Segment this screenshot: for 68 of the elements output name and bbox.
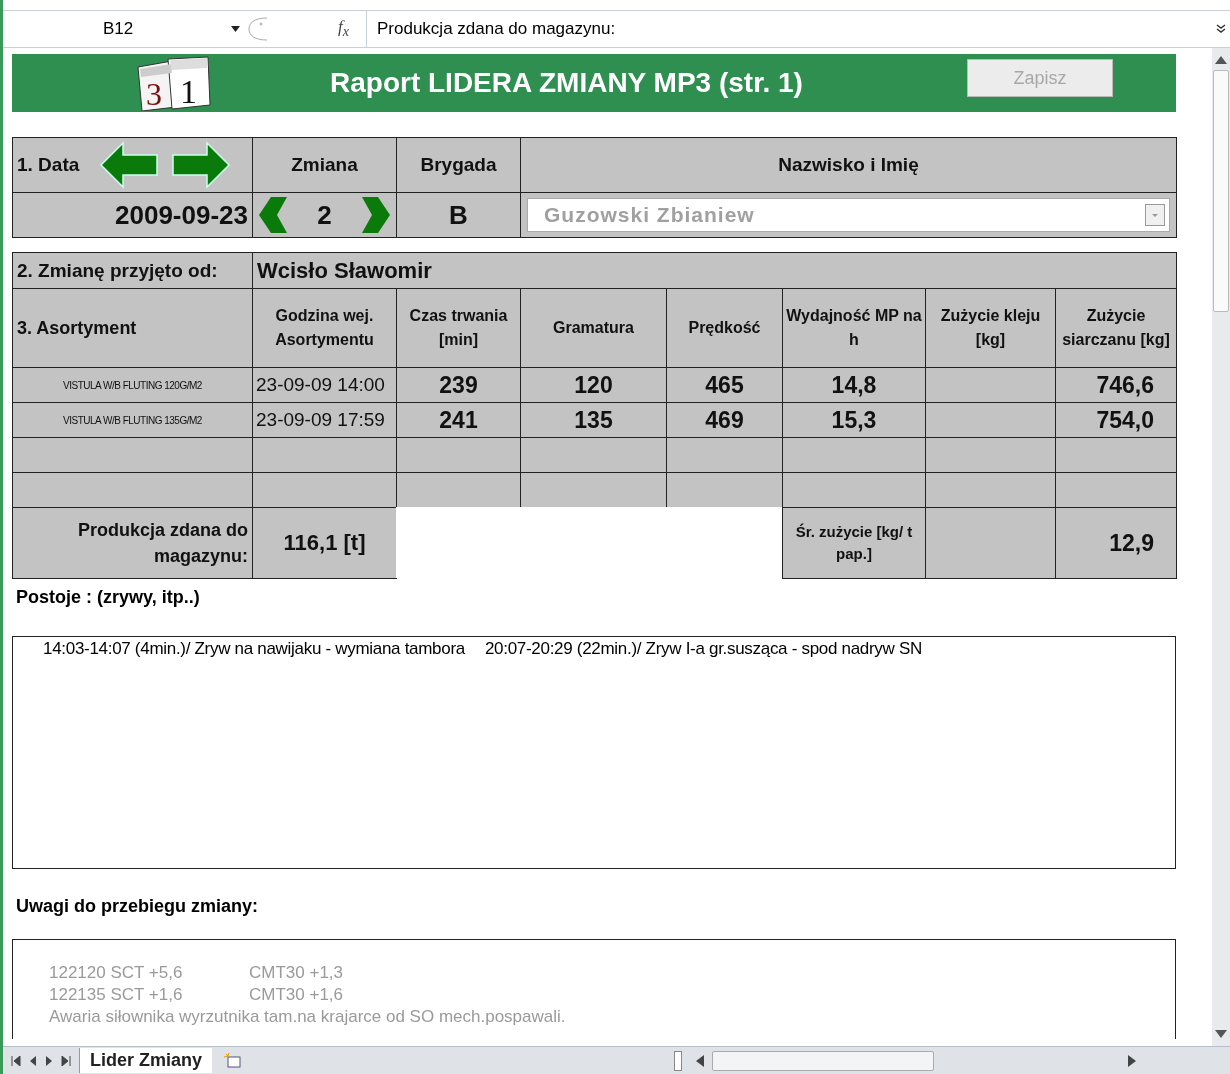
note-text: 122135 SCT +1,6 xyxy=(49,984,184,1006)
report-title: Raport LIDERA ZMIANY MP3 (str. 1) xyxy=(330,67,803,99)
table-cell: 14,8 xyxy=(782,367,926,403)
chevron-right-icon[interactable] xyxy=(360,196,392,234)
table-cell: 754,0 xyxy=(1055,402,1177,438)
column-header: 3. Asortyment xyxy=(12,288,253,368)
table-cell: 120 xyxy=(520,367,667,403)
table-cell: B xyxy=(396,192,521,238)
chevron-left-icon[interactable] xyxy=(257,196,289,234)
scroll-thumb[interactable] xyxy=(1213,70,1229,312)
split-handle[interactable] xyxy=(674,1050,683,1071)
last-sheet-icon[interactable] xyxy=(61,1055,71,1066)
downtime-entry: 14:03-14:07 (4min.)/ Zryw na nawijaku - wymiana tambora xyxy=(43,639,465,659)
previous-sheet-icon[interactable] xyxy=(29,1055,37,1066)
column-header: Gramatura xyxy=(520,288,667,368)
table-cell: Zmiana xyxy=(252,137,397,193)
scroll-thumb[interactable] xyxy=(712,1050,935,1071)
table-cell: 23-09-09 14:00 xyxy=(252,367,397,403)
right-arrow-icon[interactable] xyxy=(171,141,232,189)
note-text: CMT30 +1,6 xyxy=(249,984,343,1006)
column-header: Czas trwania [min] xyxy=(396,288,521,368)
cell-reference[interactable]: B12 xyxy=(3,19,223,39)
vertical-scrollbar[interactable] xyxy=(1212,48,1230,1046)
scroll-up-icon[interactable] xyxy=(1215,56,1227,64)
dropdown-icon[interactable] xyxy=(231,26,240,32)
scroll-right-icon[interactable] xyxy=(1128,1054,1137,1067)
table-cell[interactable]: 2009-09-23 xyxy=(12,192,253,238)
formula-field[interactable]: Produkcja zdana do magazynu: xyxy=(366,11,1212,47)
table-cell: Brygada xyxy=(396,137,521,193)
table-cell: 469 xyxy=(666,402,783,438)
column-header: Wydajność MP na h xyxy=(782,288,926,368)
expand-icon[interactable] xyxy=(1216,24,1226,34)
table-cell: 23-09-09 17:59 xyxy=(252,402,397,438)
downtime-entry: 20:07-20:29 (22min.)/ Zryw I-a gr.susząca - spod nadryw SN xyxy=(484,639,922,659)
table-cell: 241 xyxy=(396,402,521,438)
shift-number: 2 xyxy=(317,199,332,231)
table-cell: 239 xyxy=(396,367,521,403)
table-cell: 12,9 xyxy=(1055,507,1177,579)
table-cell: VISTULA W/B FLUTING 135G/M2 xyxy=(12,402,253,438)
scroll-left-icon[interactable] xyxy=(696,1054,705,1067)
table-cell: VISTULA W/B FLUTING 120G/M2 xyxy=(12,367,253,403)
table-cell: Nazwisko i Imię xyxy=(520,137,1177,193)
sheet-tab[interactable]: Lider Zmiany xyxy=(79,1048,213,1073)
note-text: Awaria siłownika wyrzutnika tam.na krajarce od SO mech.pospawali. xyxy=(49,1006,566,1028)
table-cell: 465 xyxy=(666,367,783,403)
table-cell: 746,6 xyxy=(1055,367,1177,403)
table-cell: Śr. zużycie [kg/ t pap.] xyxy=(782,507,926,579)
table-cell: 135 xyxy=(520,402,667,438)
resize-handle-icon[interactable] xyxy=(248,17,268,41)
note-text: 122120 SCT +5,6 xyxy=(49,962,184,984)
scroll-down-icon[interactable] xyxy=(1215,1030,1227,1038)
field-label: 1. Data xyxy=(17,154,80,176)
section-label: Uwagi do przebiegu zmiany: xyxy=(15,894,260,918)
column-header: Zużycie kleju [kg] xyxy=(925,288,1056,368)
table-cell: 116,1 [t] xyxy=(252,507,397,579)
table-cell: 15,3 xyxy=(782,402,926,438)
note-text: CMT30 +1,3 xyxy=(249,962,343,984)
table-cell: Wcisło Sławomir xyxy=(252,252,1177,289)
column-header: Godzina wej. Asortymentu xyxy=(252,288,397,368)
function-label[interactable]: f$_{x}$ xyxy=(338,17,366,41)
section-label: Postoje : (zrywy, itp..) xyxy=(15,585,201,609)
column-header: Prędkość xyxy=(666,288,783,368)
next-sheet-icon[interactable] xyxy=(45,1055,53,1066)
left-arrow-icon[interactable] xyxy=(99,141,160,189)
table-cell: 2. Zmianę przyjęto od: xyxy=(12,252,253,289)
first-sheet-icon[interactable] xyxy=(11,1055,21,1066)
table-cell: Produkcja zdana do magazynu: xyxy=(12,507,253,579)
column-header: Zużycie siarczanu [kg] xyxy=(1055,288,1177,368)
